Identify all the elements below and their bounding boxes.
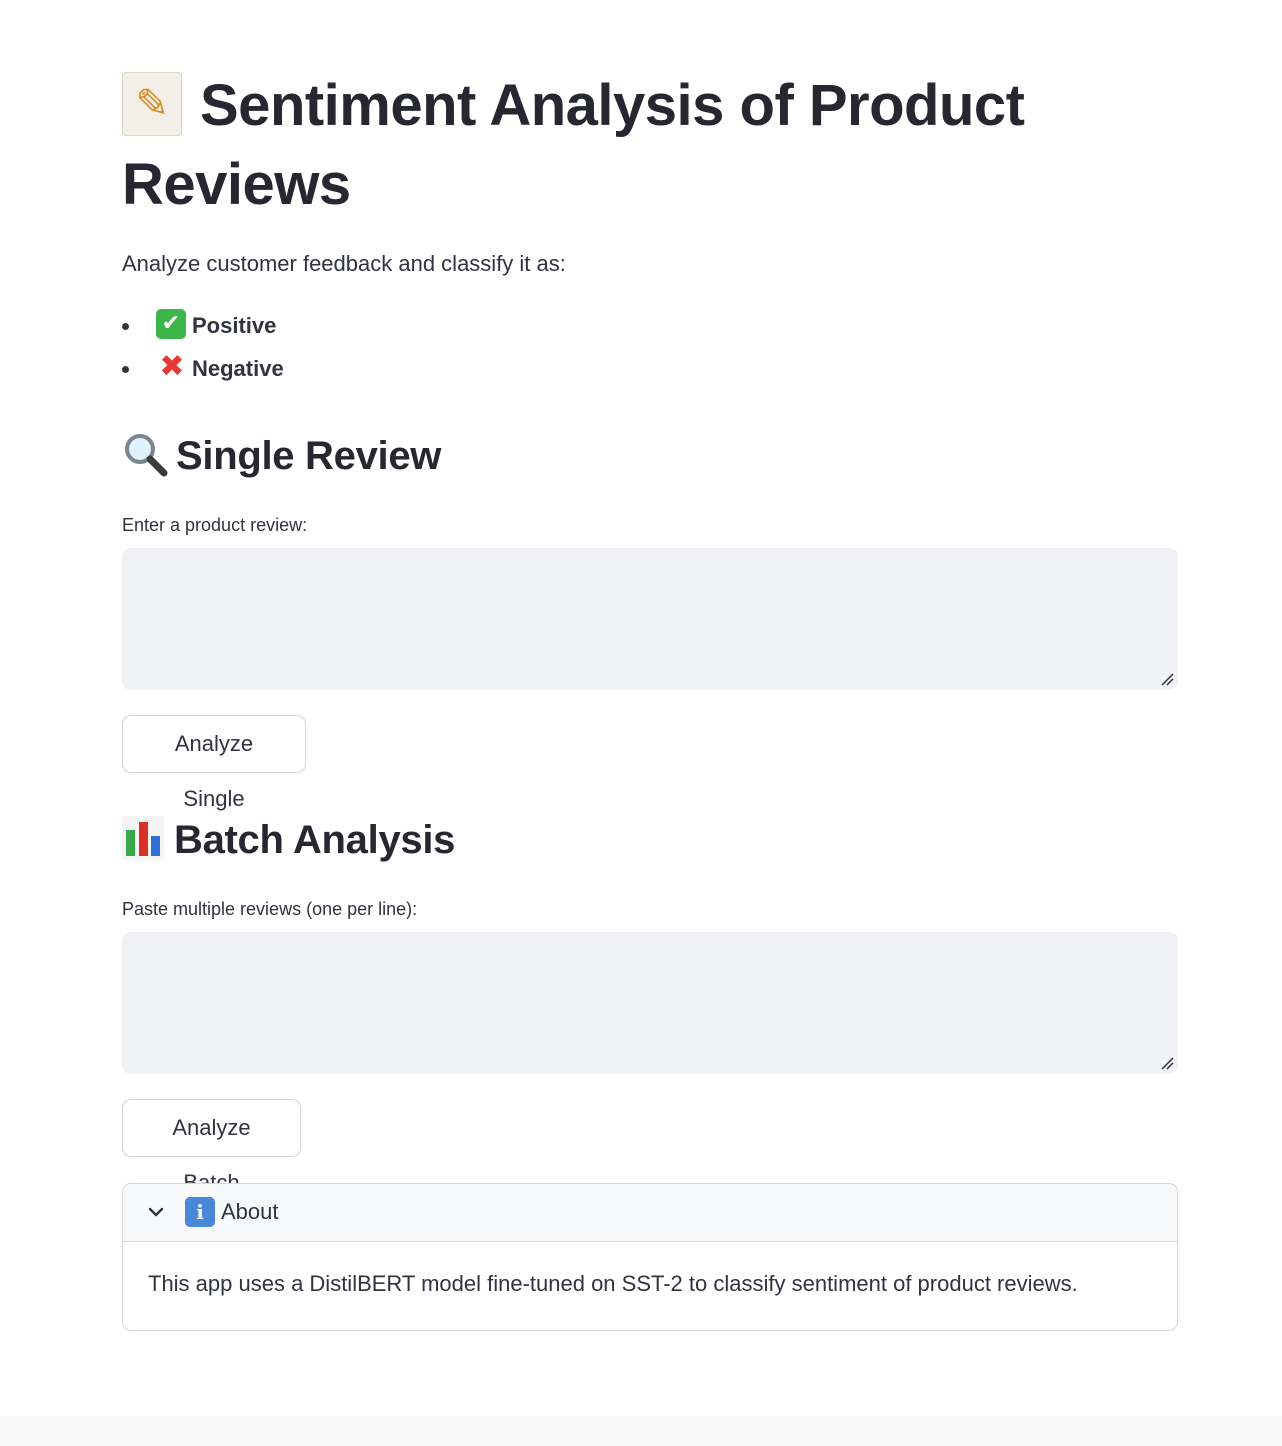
single-review-heading: Single Review: [122, 428, 441, 484]
about-expander-title: About: [221, 1199, 279, 1224]
footer-strip: [0, 1416, 1282, 1446]
batch-input[interactable]: [122, 932, 1178, 1074]
intro-text: Analyze customer feedback and classify i…: [122, 251, 566, 276]
page-title: ✎ Sentiment Analysis of Product Reviews: [122, 66, 1178, 224]
memo-pencil-icon: ✎: [122, 71, 182, 136]
bullet-icon: [122, 323, 129, 330]
batch-analysis-heading: Batch Analysis: [122, 812, 455, 868]
single-review-heading-text: Single Review: [176, 434, 442, 478]
review-input[interactable]: [122, 548, 1178, 690]
batch-field-label: Paste multiple reviews (one per line):: [122, 899, 418, 919]
about-description: This app uses a DistilBERT model fine-tu…: [148, 1271, 1078, 1296]
batch-analysis-heading-text: Batch Analysis: [174, 818, 456, 862]
review-field-label: Enter a product review:: [122, 515, 308, 535]
analyze-single-button[interactable]: Analyze Single: [122, 715, 306, 811]
list-item-positive: ✔ Positive: [122, 306, 284, 349]
negative-label: Negative: [192, 356, 284, 381]
chevron-down-icon: [148, 1207, 164, 1217]
page-title-text: Sentiment Analysis of Product Reviews: [122, 73, 1025, 217]
information-icon: i: [185, 1197, 215, 1227]
about-expander: i About This app uses a DistilBERT model…: [122, 1183, 1178, 1331]
check-mark-icon: ✔: [156, 309, 186, 340]
resize-handle-icon[interactable]: [1160, 672, 1174, 686]
analyze-batch-button[interactable]: Analyze Batch: [122, 1099, 301, 1195]
resize-handle-icon[interactable]: [1160, 1056, 1174, 1070]
sentiment-class-list: ✔ Positive ✖ Negative: [122, 306, 284, 392]
app-page: ✎ Sentiment Analysis of Product Reviews A…: [0, 0, 1282, 1446]
bullet-icon: [122, 366, 129, 373]
magnifier-icon: [125, 434, 168, 477]
cross-mark-icon: ✖: [159, 349, 185, 385]
about-expander-header[interactable]: i About: [123, 1184, 1177, 1242]
bar-chart-icon: [122, 816, 164, 861]
list-item-negative: ✖ Negative: [122, 349, 284, 392]
batch-input-container: [122, 932, 1178, 1074]
positive-label: Positive: [192, 313, 277, 338]
review-input-container: [122, 548, 1178, 690]
